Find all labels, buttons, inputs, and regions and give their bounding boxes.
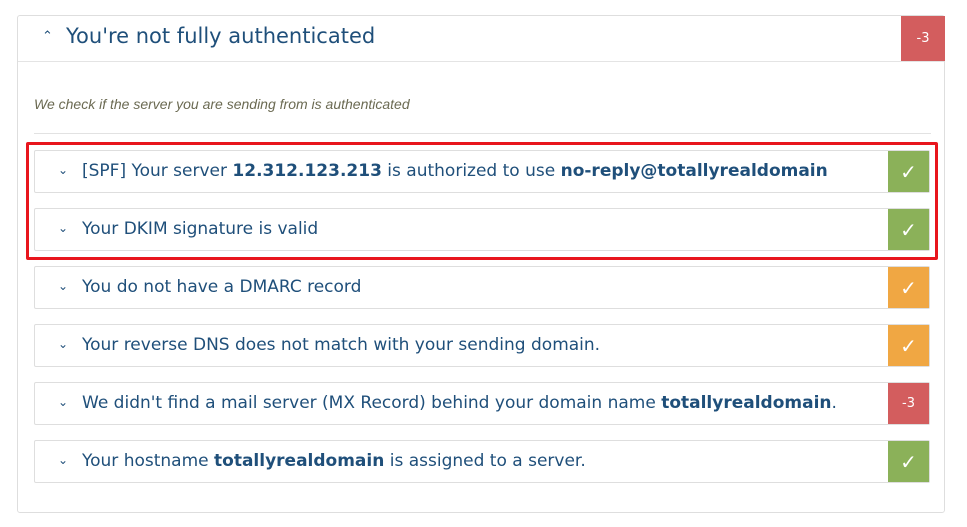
chevron-down-icon[interactable]: ⌄ — [58, 163, 68, 177]
check-icon: ✓ — [888, 441, 929, 482]
panel-header[interactable]: ⌃ You're not fully authenticated -3 — [18, 16, 945, 62]
divider — [34, 133, 931, 134]
check-row-reverse-dns[interactable]: ⌄ Your reverse DNS does not match with y… — [34, 324, 930, 367]
chevron-down-icon[interactable]: ⌄ — [58, 221, 68, 235]
check-row-spf[interactable]: ⌄ [SPF] Your server 12.312.123.213 is au… — [34, 150, 930, 193]
chevron-up-icon[interactable]: ⌃ — [42, 29, 53, 44]
check-icon: ✓ — [888, 267, 929, 308]
chevron-down-icon[interactable]: ⌄ — [58, 395, 68, 409]
score-badge: -3 — [888, 383, 929, 424]
check-text: We didn't find a mail server (MX Record)… — [82, 393, 837, 413]
chevron-down-icon[interactable]: ⌄ — [58, 337, 68, 351]
chevron-down-icon[interactable]: ⌄ — [58, 279, 68, 293]
check-row-dmarc[interactable]: ⌄ You do not have a DMARC record ✓ — [34, 266, 930, 309]
score-badge: -3 — [901, 16, 945, 61]
check-icon: ✓ — [888, 151, 929, 192]
check-icon: ✓ — [888, 325, 929, 366]
check-text: Your hostname totallyrealdomain is assig… — [82, 451, 586, 471]
check-text: You do not have a DMARC record — [82, 277, 362, 297]
check-text: [SPF] Your server 12.312.123.213 is auth… — [82, 161, 828, 181]
panel-title: You're not fully authenticated — [66, 24, 376, 48]
check-text: Your DKIM signature is valid — [82, 219, 319, 239]
check-icon: ✓ — [888, 209, 929, 250]
check-row-mx[interactable]: ⌄ We didn't find a mail server (MX Recor… — [34, 382, 930, 425]
authentication-panel: ⌃ You're not fully authenticated -3 We c… — [17, 15, 945, 513]
check-row-hostname[interactable]: ⌄ Your hostname totallyrealdomain is ass… — [34, 440, 930, 483]
check-text: Your reverse DNS does not match with you… — [82, 335, 601, 355]
check-row-dkim[interactable]: ⌄ Your DKIM signature is valid ✓ — [34, 208, 930, 251]
section-description: We check if the server you are sending f… — [34, 96, 410, 112]
chevron-down-icon[interactable]: ⌄ — [58, 453, 68, 467]
